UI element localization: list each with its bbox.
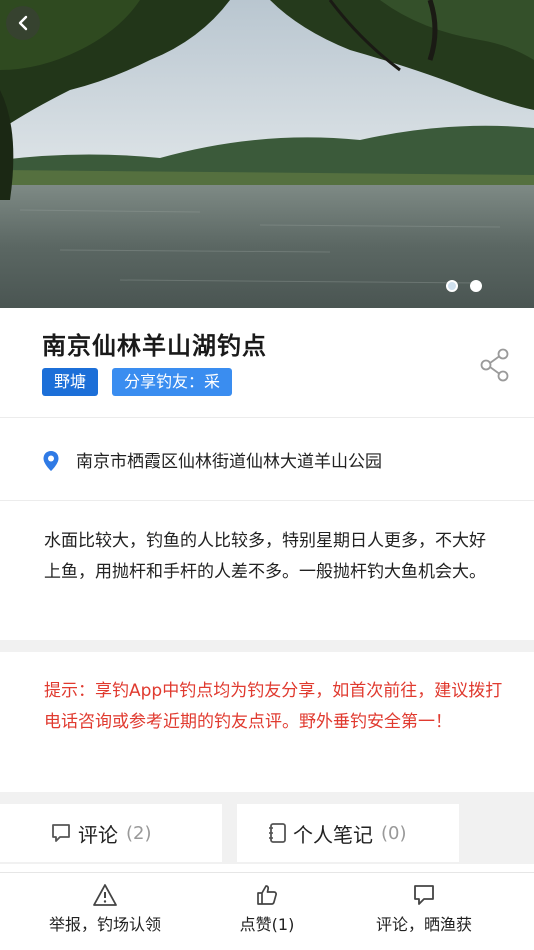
spot-tags: 野塘 分享钓友：采 [42, 368, 233, 396]
bottom-action-bar: 举报，钓场认领 点赞(1) 评论，晒渔获 [0, 872, 534, 950]
tab-notes-count: (0) [381, 822, 407, 844]
notebook-icon [269, 823, 286, 843]
lake-photo [0, 0, 534, 308]
back-button[interactable] [6, 6, 40, 40]
comment-icon [52, 824, 70, 842]
tab-personal-notes[interactable]: 个人笔记 (0) [237, 804, 459, 862]
tag-type[interactable]: 野塘 [42, 368, 99, 396]
description-text: 水面比较大，钓鱼的人比较多，特别星期日人更多，不大好上鱼，用抛杆和手杆的人差不多… [44, 531, 486, 582]
comment-label: 评论，晒渔获 [375, 915, 472, 934]
location-pin-icon [43, 451, 59, 471]
section-divider [0, 640, 534, 652]
carousel-indicator [446, 280, 482, 292]
section-divider [0, 792, 534, 804]
report-label: 举报，钓场认领 [48, 915, 161, 934]
carousel-dot[interactable] [446, 280, 458, 292]
hero-image-carousel[interactable] [0, 0, 534, 308]
tag-shared-by[interactable]: 分享钓友：采 [112, 368, 233, 396]
tab-bar: 评论 (2) 个人笔记 (0) [0, 804, 534, 864]
safety-notice: 提示：享钓App中钓点均为钓友分享，如首次前往，建议拨打电话咨询或参考近期的钓友… [0, 652, 534, 792]
spot-description: 水面比较大，钓鱼的人比较多，特别星期日人更多，不大好上鱼，用抛杆和手杆的人差不多… [0, 502, 534, 640]
like-button[interactable]: 点赞(1) [178, 883, 356, 935]
address-row[interactable]: 南京市栖霞区仙林街道仙林大道羊山公园 [0, 419, 534, 501]
warning-icon [93, 884, 117, 906]
spot-header: 南京仙林羊山湖钓点 野塘 分享钓友：采 [0, 308, 534, 418]
tab-comments-label: 评论 [78, 822, 118, 847]
report-button[interactable]: 举报，钓场认领 [16, 883, 194, 935]
like-label: 点赞(1) [239, 915, 295, 934]
tab-notes-label: 个人笔记 [293, 822, 373, 847]
share-icon[interactable] [480, 348, 510, 382]
carousel-dot[interactable] [470, 280, 482, 292]
message-icon [414, 885, 434, 905]
thumbs-up-icon [257, 885, 277, 905]
spot-title: 南京仙林羊山湖钓点 [42, 332, 267, 360]
tab-comments-count: (2) [126, 822, 152, 844]
notice-text: 提示：享钓App中钓点均为钓友分享，如首次前往，建议拨打电话咨询或参考近期的钓友… [44, 681, 503, 732]
back-arrow-icon [18, 15, 28, 31]
tab-comments[interactable]: 评论 (2) [0, 804, 222, 862]
address-text: 南京市栖霞区仙林街道仙林大道羊山公园 [76, 452, 382, 472]
comment-button[interactable]: 评论，晒渔获 [335, 883, 513, 935]
